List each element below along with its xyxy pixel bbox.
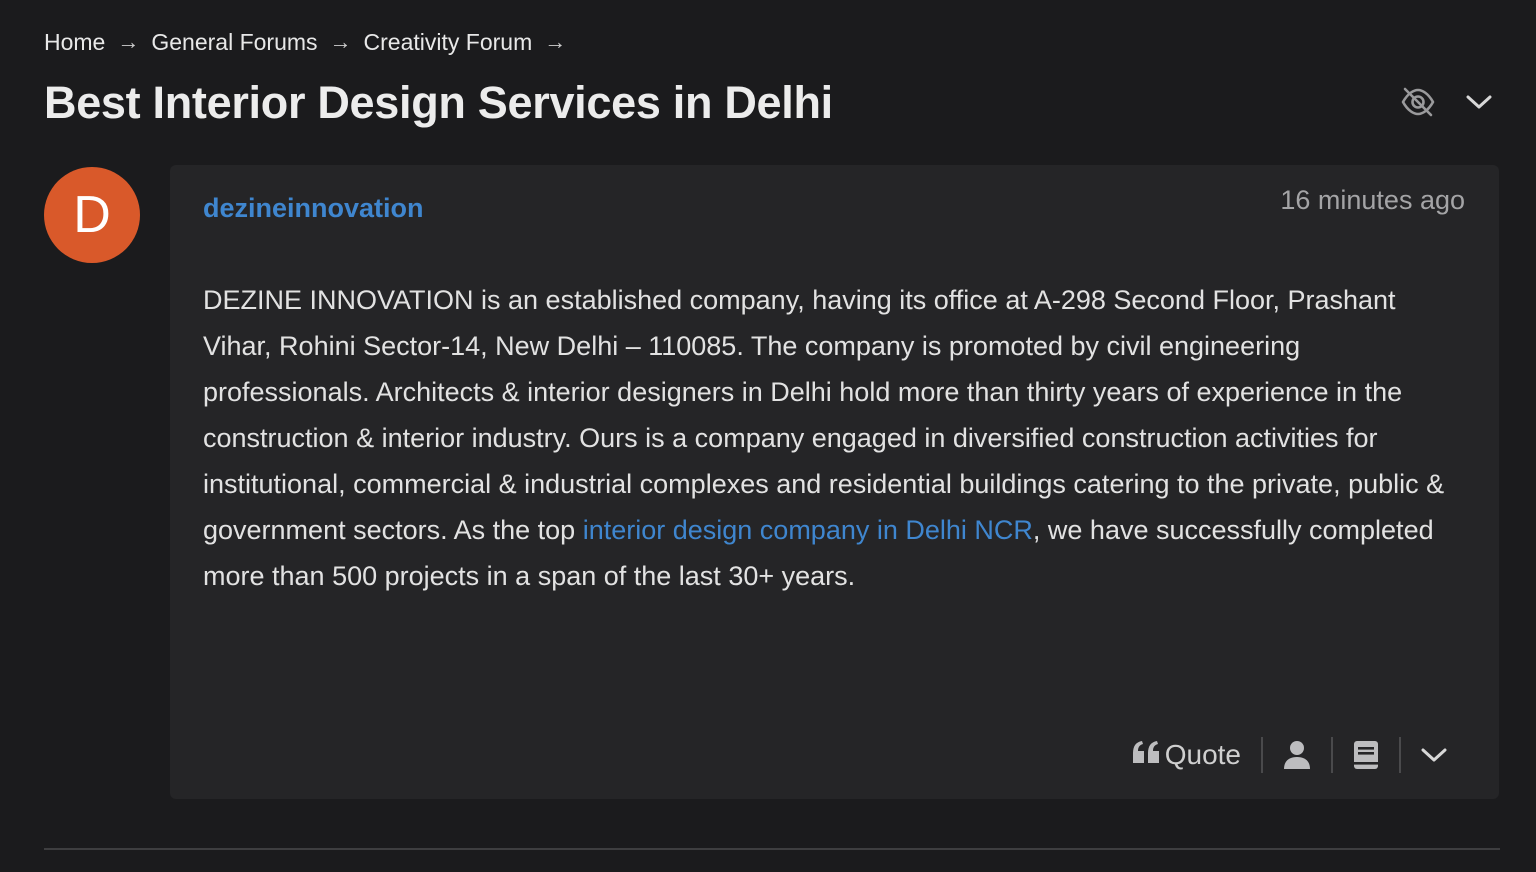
author-name[interactable]: dezineinnovation <box>203 193 424 224</box>
chevron-down-icon[interactable] <box>1466 94 1492 110</box>
breadcrumb-separator: → <box>117 29 140 54</box>
post-actions: Quote <box>1131 735 1447 775</box>
breadcrumb-separator: → <box>329 29 352 54</box>
breadcrumb-general-forums[interactable]: General Forums <box>151 29 317 56</box>
breadcrumb-home[interactable]: Home <box>44 29 105 56</box>
action-divider <box>1331 737 1333 773</box>
post-card: dezineinnovation 16 minutes ago DEZINE I… <box>170 165 1499 799</box>
breadcrumb-separator: → <box>544 29 567 54</box>
avatar[interactable]: D <box>44 167 140 263</box>
topic-actions <box>1400 86 1492 118</box>
divider <box>44 848 1500 850</box>
action-divider <box>1399 737 1401 773</box>
action-divider <box>1261 737 1263 773</box>
quote-label: Quote <box>1164 739 1241 770</box>
forum-topic-page: Home → General Forums → Creativity Forum… <box>0 0 1536 872</box>
post-timestamp[interactable]: 16 minutes ago <box>1280 185 1465 216</box>
book-icon[interactable] <box>1353 740 1379 770</box>
breadcrumb-creativity-forum[interactable]: Creativity Forum <box>364 29 533 56</box>
eye-slash-icon[interactable] <box>1400 86 1436 118</box>
quote-button[interactable]: Quote <box>1131 739 1241 772</box>
post-body: DEZINE INNOVATION is an established comp… <box>203 277 1463 599</box>
user-icon[interactable] <box>1283 740 1311 770</box>
breadcrumb: Home → General Forums → Creativity Forum… <box>44 26 578 58</box>
avatar-letter: D <box>73 186 111 244</box>
post-body-text: DEZINE INNOVATION is an established comp… <box>203 285 1445 545</box>
post-more-chevron-down-icon[interactable] <box>1421 747 1447 763</box>
quote-icon <box>1131 739 1161 772</box>
post-body-link[interactable]: interior design company in Delhi NCR <box>583 515 1033 545</box>
page-title: Best Interior Design Services in Delhi <box>44 77 833 128</box>
